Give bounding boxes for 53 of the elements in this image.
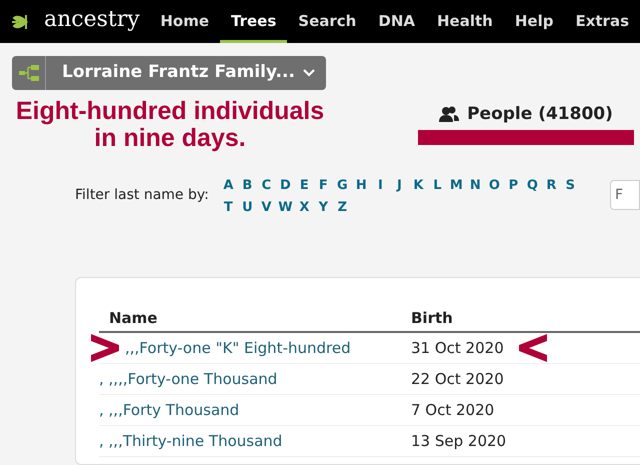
letter-link[interactable]: R: [544, 176, 559, 196]
birth-date: 7 Oct 2020: [411, 400, 494, 421]
letter-link[interactable]: Y: [316, 198, 331, 217]
nav-tab[interactable]: Search: [287, 0, 368, 43]
nav-tab[interactable]: Help: [504, 0, 564, 43]
tree-icon: [18, 64, 38, 82]
birth-date: 22 Oct 2020: [411, 368, 504, 390]
nav-tab[interactable]: Health: [426, 0, 504, 43]
letter-link[interactable]: L: [430, 176, 445, 196]
letter-link[interactable]: Z: [334, 198, 350, 217]
chevron-down-icon: [302, 69, 315, 77]
letter-link[interactable]: I: [372, 176, 388, 196]
letter-link[interactable]: Q: [524, 176, 540, 196]
person-name-link[interactable]: , ,,,Forty Thousand: [99, 398, 240, 422]
letter-link[interactable]: X: [296, 198, 312, 217]
nav-tab[interactable]: Trees: [220, 0, 288, 43]
tree-name: Lorraine Frantz Family...: [62, 61, 295, 84]
nav-tab[interactable]: Home: [149, 0, 220, 43]
letter-link[interactable]: G: [334, 176, 350, 196]
annotation-headline: Eight-hundred individuals in nine days.: [14, 96, 326, 152]
letter-link[interactable]: V: [258, 198, 274, 217]
letter-link[interactable]: J: [392, 176, 407, 196]
nav-tab[interactable]: Extras: [564, 0, 640, 43]
letter-link[interactable]: S: [562, 176, 578, 196]
letter-link[interactable]: F: [316, 176, 331, 196]
person-name-link[interactable]: ,,,Forty-one "K" Eight-hundred: [125, 336, 351, 360]
letter-link[interactable]: C: [258, 176, 274, 196]
letter-link[interactable]: O: [486, 176, 502, 196]
letter-link[interactable]: M: [448, 176, 464, 196]
birth-date: 31 Oct 2020: [411, 338, 504, 359]
tree-selector[interactable]: Lorraine Frantz Family...: [12, 56, 326, 90]
letter-link[interactable]: A: [220, 176, 236, 196]
letter-link[interactable]: B: [240, 176, 255, 196]
letter-link[interactable]: U: [240, 198, 255, 217]
people-tab[interactable]: People (41800): [467, 102, 613, 128]
letter-link[interactable]: N: [468, 176, 483, 196]
letter-link[interactable]: D: [278, 176, 293, 196]
letter-link[interactable]: E: [296, 176, 312, 196]
column-header[interactable]: Birth: [411, 307, 453, 330]
person-name-link[interactable]: , ,,,,Forty-one Thousand: [99, 368, 278, 390]
column-header[interactable]: Name: [99, 307, 411, 330]
letter-link[interactable]: P: [506, 176, 521, 196]
people-icon: [439, 106, 460, 124]
filter-label: Filter last name by:: [75, 186, 209, 205]
nav-tab[interactable]: DNA: [367, 0, 426, 43]
logo-text[interactable]: ancestry: [44, 8, 140, 30]
letter-link[interactable]: K: [410, 176, 426, 196]
birth-date: 13 Sep 2020: [411, 430, 506, 452]
letter-link[interactable]: W: [278, 198, 293, 217]
letter-link[interactable]: T: [220, 198, 236, 217]
letter-link[interactable]: H: [354, 176, 369, 196]
search-field[interactable]: F: [610, 180, 640, 210]
person-name-link[interactable]: , ,,,Thirty-nine Thousand: [99, 430, 282, 452]
